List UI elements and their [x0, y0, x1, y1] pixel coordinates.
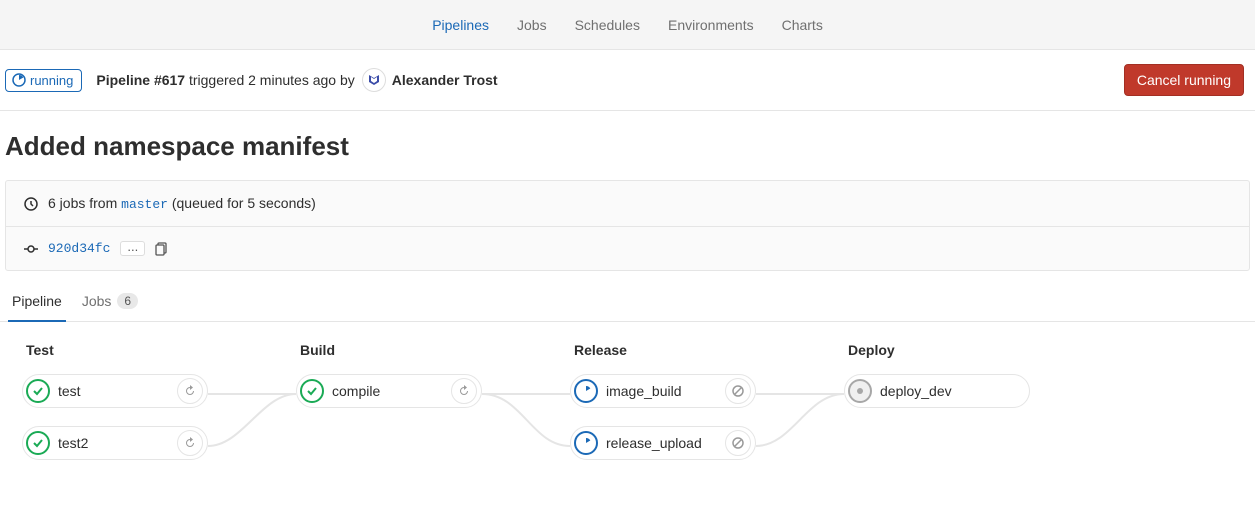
pipeline-info-panel: 6 jobs from master (queued for 5 seconds… — [5, 180, 1250, 271]
expand-commit-button[interactable]: ... — [120, 241, 145, 256]
cancel-running-button[interactable]: Cancel running — [1124, 64, 1244, 96]
nav-charts[interactable]: Charts — [782, 17, 823, 33]
job-release-upload[interactable]: release_upload — [570, 426, 756, 460]
created-icon — [848, 379, 872, 403]
tab-jobs[interactable]: Jobs 6 — [82, 293, 138, 321]
stage-title: Build — [296, 342, 482, 358]
stage-build: Build compile — [296, 342, 482, 426]
pipeline-id[interactable]: Pipeline #617 — [96, 72, 185, 88]
stage-deploy: Deploy deploy_dev — [844, 342, 1030, 426]
commit-title: Added namespace manifest — [0, 111, 1255, 180]
retry-button[interactable] — [451, 378, 477, 404]
job-compile[interactable]: compile — [296, 374, 482, 408]
jobs-info-text: 6 jobs from master (queued for 5 seconds… — [48, 195, 316, 212]
pipeline-header: running Pipeline #617 triggered 2 minute… — [0, 50, 1255, 111]
status-badge[interactable]: running — [5, 69, 82, 92]
job-name: deploy_dev — [880, 383, 1026, 399]
stage-title: Test — [22, 342, 208, 358]
nav-jobs[interactable]: Jobs — [517, 17, 547, 33]
avatar-icon — [367, 73, 381, 87]
status-label: running — [30, 73, 73, 88]
clock-icon — [24, 197, 38, 211]
commit-sha-row: 920d34fc ... — [6, 226, 1249, 270]
nav-schedules[interactable]: Schedules — [575, 17, 640, 33]
top-nav: Pipelines Jobs Schedules Environments Ch… — [0, 0, 1255, 50]
pipeline-info: Pipeline #617 triggered 2 minutes ago by — [96, 72, 354, 88]
stage-title: Deploy — [844, 342, 1030, 358]
branch-link[interactable]: master — [121, 197, 168, 212]
triggered-text: triggered 2 minutes ago by — [185, 72, 355, 88]
job-name: image_build — [606, 383, 717, 399]
job-name: release_upload — [606, 435, 717, 451]
job-image-build[interactable]: image_build — [570, 374, 756, 408]
job-name: test2 — [58, 435, 169, 451]
stage-release: Release image_build release_upload — [570, 342, 756, 478]
stage-test: Test test test2 — [22, 342, 208, 478]
nav-pipelines[interactable]: Pipelines — [432, 17, 489, 33]
running-icon — [574, 431, 598, 455]
pipeline-graph: Test test test2 Build compil — [0, 322, 1255, 522]
copy-sha-icon[interactable] — [155, 242, 169, 256]
avatar[interactable] — [362, 68, 386, 92]
retry-button[interactable] — [177, 430, 203, 456]
job-test[interactable]: test — [22, 374, 208, 408]
running-icon — [12, 73, 26, 87]
success-icon — [300, 379, 324, 403]
pipeline-tabs: Pipeline Jobs 6 — [0, 279, 1255, 322]
commit-sha-link[interactable]: 920d34fc — [48, 241, 110, 256]
tab-pipeline[interactable]: Pipeline — [12, 293, 62, 321]
success-icon — [26, 379, 50, 403]
running-icon — [574, 379, 598, 403]
jobs-count-badge: 6 — [117, 293, 138, 309]
stage-title: Release — [570, 342, 756, 358]
author-name[interactable]: Alexander Trost — [392, 72, 498, 88]
job-deploy-dev[interactable]: deploy_dev — [844, 374, 1030, 408]
job-name: compile — [332, 383, 443, 399]
job-name: test — [58, 383, 169, 399]
commit-icon — [24, 242, 38, 256]
jobs-info-row: 6 jobs from master (queued for 5 seconds… — [6, 181, 1249, 226]
cancel-job-button[interactable] — [725, 378, 751, 404]
retry-button[interactable] — [177, 378, 203, 404]
nav-environments[interactable]: Environments — [668, 17, 754, 33]
job-test2[interactable]: test2 — [22, 426, 208, 460]
success-icon — [26, 431, 50, 455]
cancel-job-button[interactable] — [725, 430, 751, 456]
